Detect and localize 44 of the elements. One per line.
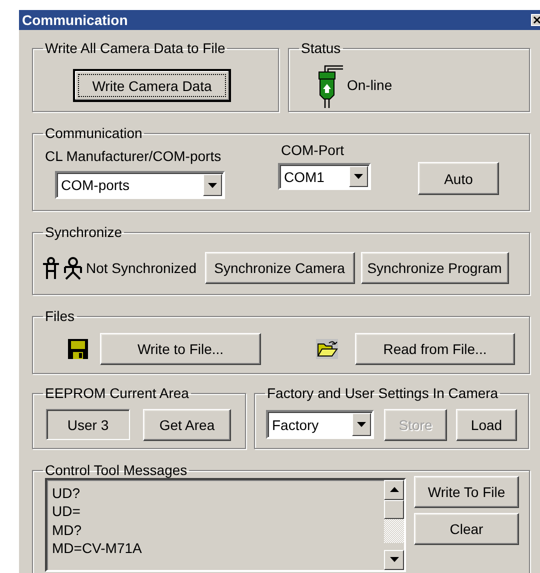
- write-to-file-button[interactable]: Write To File: [414, 476, 519, 508]
- load-button[interactable]: Load: [456, 408, 517, 440]
- clear-button[interactable]: Clear: [414, 512, 519, 544]
- auto-button[interactable]: Auto: [418, 162, 499, 195]
- folder-icon: [316, 338, 338, 358]
- figure-icon: [41, 256, 61, 280]
- group-title: Synchronize: [44, 224, 124, 240]
- area-value: User 3: [46, 409, 130, 440]
- group-title: Control Tool Messages: [44, 462, 188, 478]
- group-title: EEPROM Current Area: [44, 385, 190, 401]
- caret-icon: [354, 174, 363, 179]
- message-list[interactable]: UD? UD= MD? MD=CV-M71A: [45, 478, 406, 572]
- sync-button[interactable]: Synchronize Camera: [204, 252, 355, 284]
- down-arrow-icon: [390, 557, 398, 562]
- caret-icon: [208, 182, 217, 188]
- close-icon[interactable]: [531, 14, 540, 26]
- window-title: Communication: [22, 12, 128, 28]
- group-title: Factory and User Settings In Camera: [266, 385, 500, 401]
- group-title: Communication: [44, 125, 144, 141]
- group-title: Write All Camera Data to File: [44, 40, 226, 56]
- scrollbar-thumb[interactable]: [384, 500, 404, 518]
- read-file-button[interactable]: Read from File...: [355, 332, 515, 364]
- caret-icon: [357, 422, 366, 427]
- group-title: Files: [44, 308, 76, 324]
- sync-status: Not Synchronized: [86, 260, 197, 276]
- scroll-down-button[interactable]: [384, 550, 404, 570]
- dropdown[interactable]: COM1: [278, 163, 371, 190]
- figure-icon: [62, 256, 84, 280]
- dropdown[interactable]: Factory: [266, 410, 374, 439]
- write-camera-data-button[interactable]: Write Camera Data: [73, 69, 231, 102]
- sync-button[interactable]: Synchronize Program: [360, 252, 509, 284]
- status-text: On-line: [346, 76, 392, 92]
- get-area-button[interactable]: Get Area: [143, 408, 231, 440]
- up-arrow-icon: [390, 487, 398, 492]
- field-label: COM-Port: [281, 142, 345, 158]
- dropdown[interactable]: COM-ports: [55, 171, 225, 199]
- message-line: MD?: [52, 520, 83, 539]
- write-file-button[interactable]: Write to File...: [100, 332, 261, 364]
- message-line: UD?: [52, 484, 82, 502]
- message-line: UD=: [52, 502, 82, 520]
- scroll-up-button[interactable]: [384, 480, 404, 500]
- message-line: MD=CV-M71A: [52, 539, 143, 558]
- group-title: Status: [300, 40, 342, 56]
- field-label: CL Manufacturer/COM-ports: [45, 148, 222, 164]
